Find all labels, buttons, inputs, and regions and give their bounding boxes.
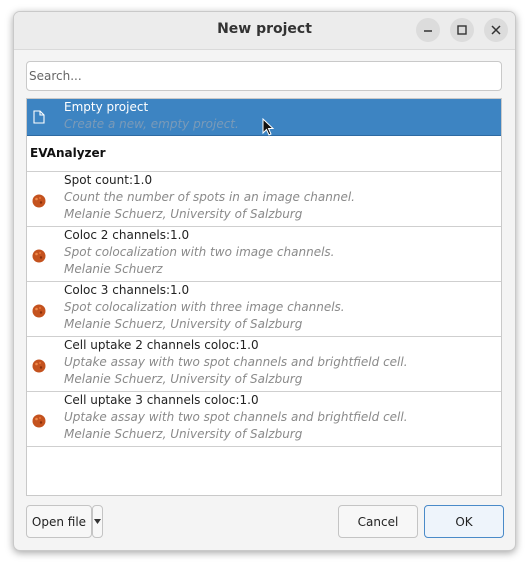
open-file-button[interactable]: Open file: [26, 505, 92, 538]
minimize-button[interactable]: [416, 18, 440, 42]
list-item-description: Uptake assay with two spot channels and …: [64, 410, 408, 424]
list-item-template[interactable]: Coloc 3 channels:1.0 Spot colocalization…: [27, 282, 501, 337]
list-item-title: Spot count:1.0: [64, 173, 153, 187]
minimize-icon: [424, 30, 432, 32]
author-affiliation: University of Salzburg: [170, 427, 303, 441]
list-item-author: Melanie Schuerz, University of Salzburg: [64, 317, 302, 331]
author-affiliation: University of Salzburg: [170, 207, 303, 221]
list-item-title: Cell uptake 3 channels coloc:1.0: [64, 393, 259, 407]
list-item-description: Uptake assay with two spot channels and …: [64, 355, 408, 369]
author-name: Melanie Schuerz: [64, 372, 163, 386]
list-item-author: Melanie Schuerz, University of Salzburg: [64, 372, 302, 386]
mouse-cursor-icon: [262, 118, 275, 136]
new-project-dialog: New project Empty project Create a new, …: [13, 11, 516, 551]
list-item-template[interactable]: Cell uptake 3 channels coloc:1.0 Uptake …: [27, 392, 501, 447]
cell-icon: [32, 304, 46, 318]
maximize-icon: [457, 25, 467, 35]
list-item-title: Coloc 3 channels:1.0: [64, 283, 190, 297]
ok-button[interactable]: OK: [424, 505, 504, 538]
list-item-title: Empty project: [64, 100, 149, 114]
cancel-button[interactable]: Cancel: [338, 505, 418, 538]
author-name: Melanie Schuerz: [64, 262, 163, 276]
author-affiliation: University of Salzburg: [170, 317, 303, 331]
list-item-author: Melanie Schuerz: [64, 262, 163, 276]
cell-icon: [32, 194, 46, 208]
author-name: Melanie Schuerz: [64, 427, 163, 441]
document-icon: [33, 110, 45, 124]
maximize-button[interactable]: [450, 18, 474, 42]
cell-icon: [32, 249, 46, 263]
list-item-description: Count the number of spots in an image ch…: [64, 190, 355, 204]
list-item-template[interactable]: Coloc 2 channels:1.0 Spot colocalization…: [27, 227, 501, 282]
list-item-description: Spot colocalization with three image cha…: [64, 300, 345, 314]
cell-icon: [32, 359, 46, 373]
author-name: Melanie Schuerz: [64, 207, 163, 221]
close-icon: [491, 25, 501, 35]
group-label: EVAnalyzer: [30, 146, 106, 160]
open-file-dropdown-button[interactable]: [92, 505, 103, 538]
list-item-description: Spot colocalization with two image chann…: [64, 245, 335, 259]
list-item-template[interactable]: Cell uptake 2 channels coloc:1.0 Uptake …: [27, 337, 501, 392]
list-item-author: Melanie Schuerz, University of Salzburg: [64, 207, 302, 221]
search-input[interactable]: [26, 61, 502, 91]
list-item-title: Cell uptake 2 channels coloc:1.0: [64, 338, 259, 352]
list-item-author: Melanie Schuerz, University of Salzburg: [64, 427, 302, 441]
list-item-template[interactable]: Spot count:1.0 Count the number of spots…: [27, 172, 501, 227]
author-name: Melanie Schuerz: [64, 317, 163, 331]
list-item-description: Create a new, empty project.: [64, 117, 239, 131]
chevron-down-icon: [94, 519, 101, 524]
group-header: EVAnalyzer: [27, 136, 501, 172]
open-file-label: Open file: [31, 514, 87, 529]
list-item-title: Coloc 2 channels:1.0: [64, 228, 190, 242]
close-button[interactable]: [484, 18, 508, 42]
author-affiliation: University of Salzburg: [170, 372, 303, 386]
cancel-label: Cancel: [357, 514, 399, 529]
ok-label: OK: [455, 514, 473, 529]
titlebar: New project: [14, 12, 515, 50]
template-list: Empty project Create a new, empty projec…: [26, 98, 502, 496]
cell-icon: [32, 414, 46, 428]
